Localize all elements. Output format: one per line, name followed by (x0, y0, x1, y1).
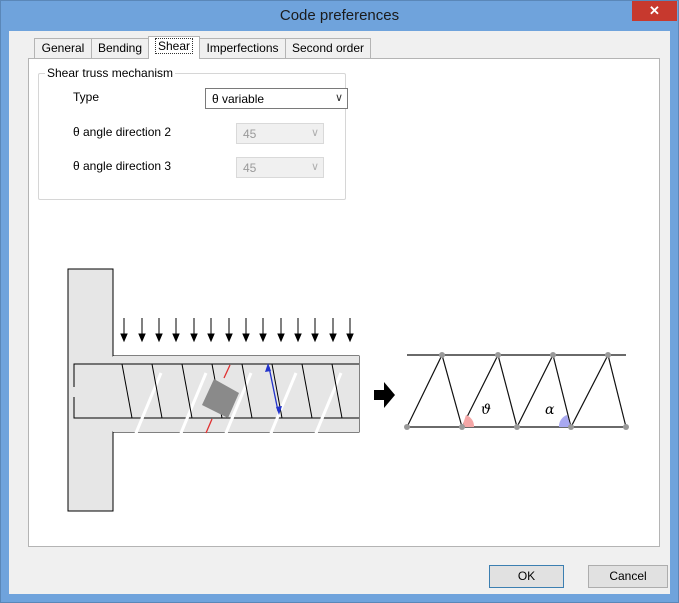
alpha-label: α (545, 402, 555, 418)
shear-truss-diagram: ϑ α (67, 268, 629, 512)
tab-label: Shear (154, 38, 194, 54)
load-arrows (120, 318, 354, 343)
dialog-window: Code preferences ✕ General Bending Shear… (0, 0, 679, 603)
truss-model (406, 353, 627, 429)
right-arrow-icon (374, 382, 395, 408)
cancel-button[interactable]: Cancel (588, 565, 668, 588)
ok-button[interactable]: OK (489, 565, 564, 588)
tab-shear[interactable]: Shear (148, 36, 200, 59)
theta-label: ϑ (481, 402, 491, 418)
